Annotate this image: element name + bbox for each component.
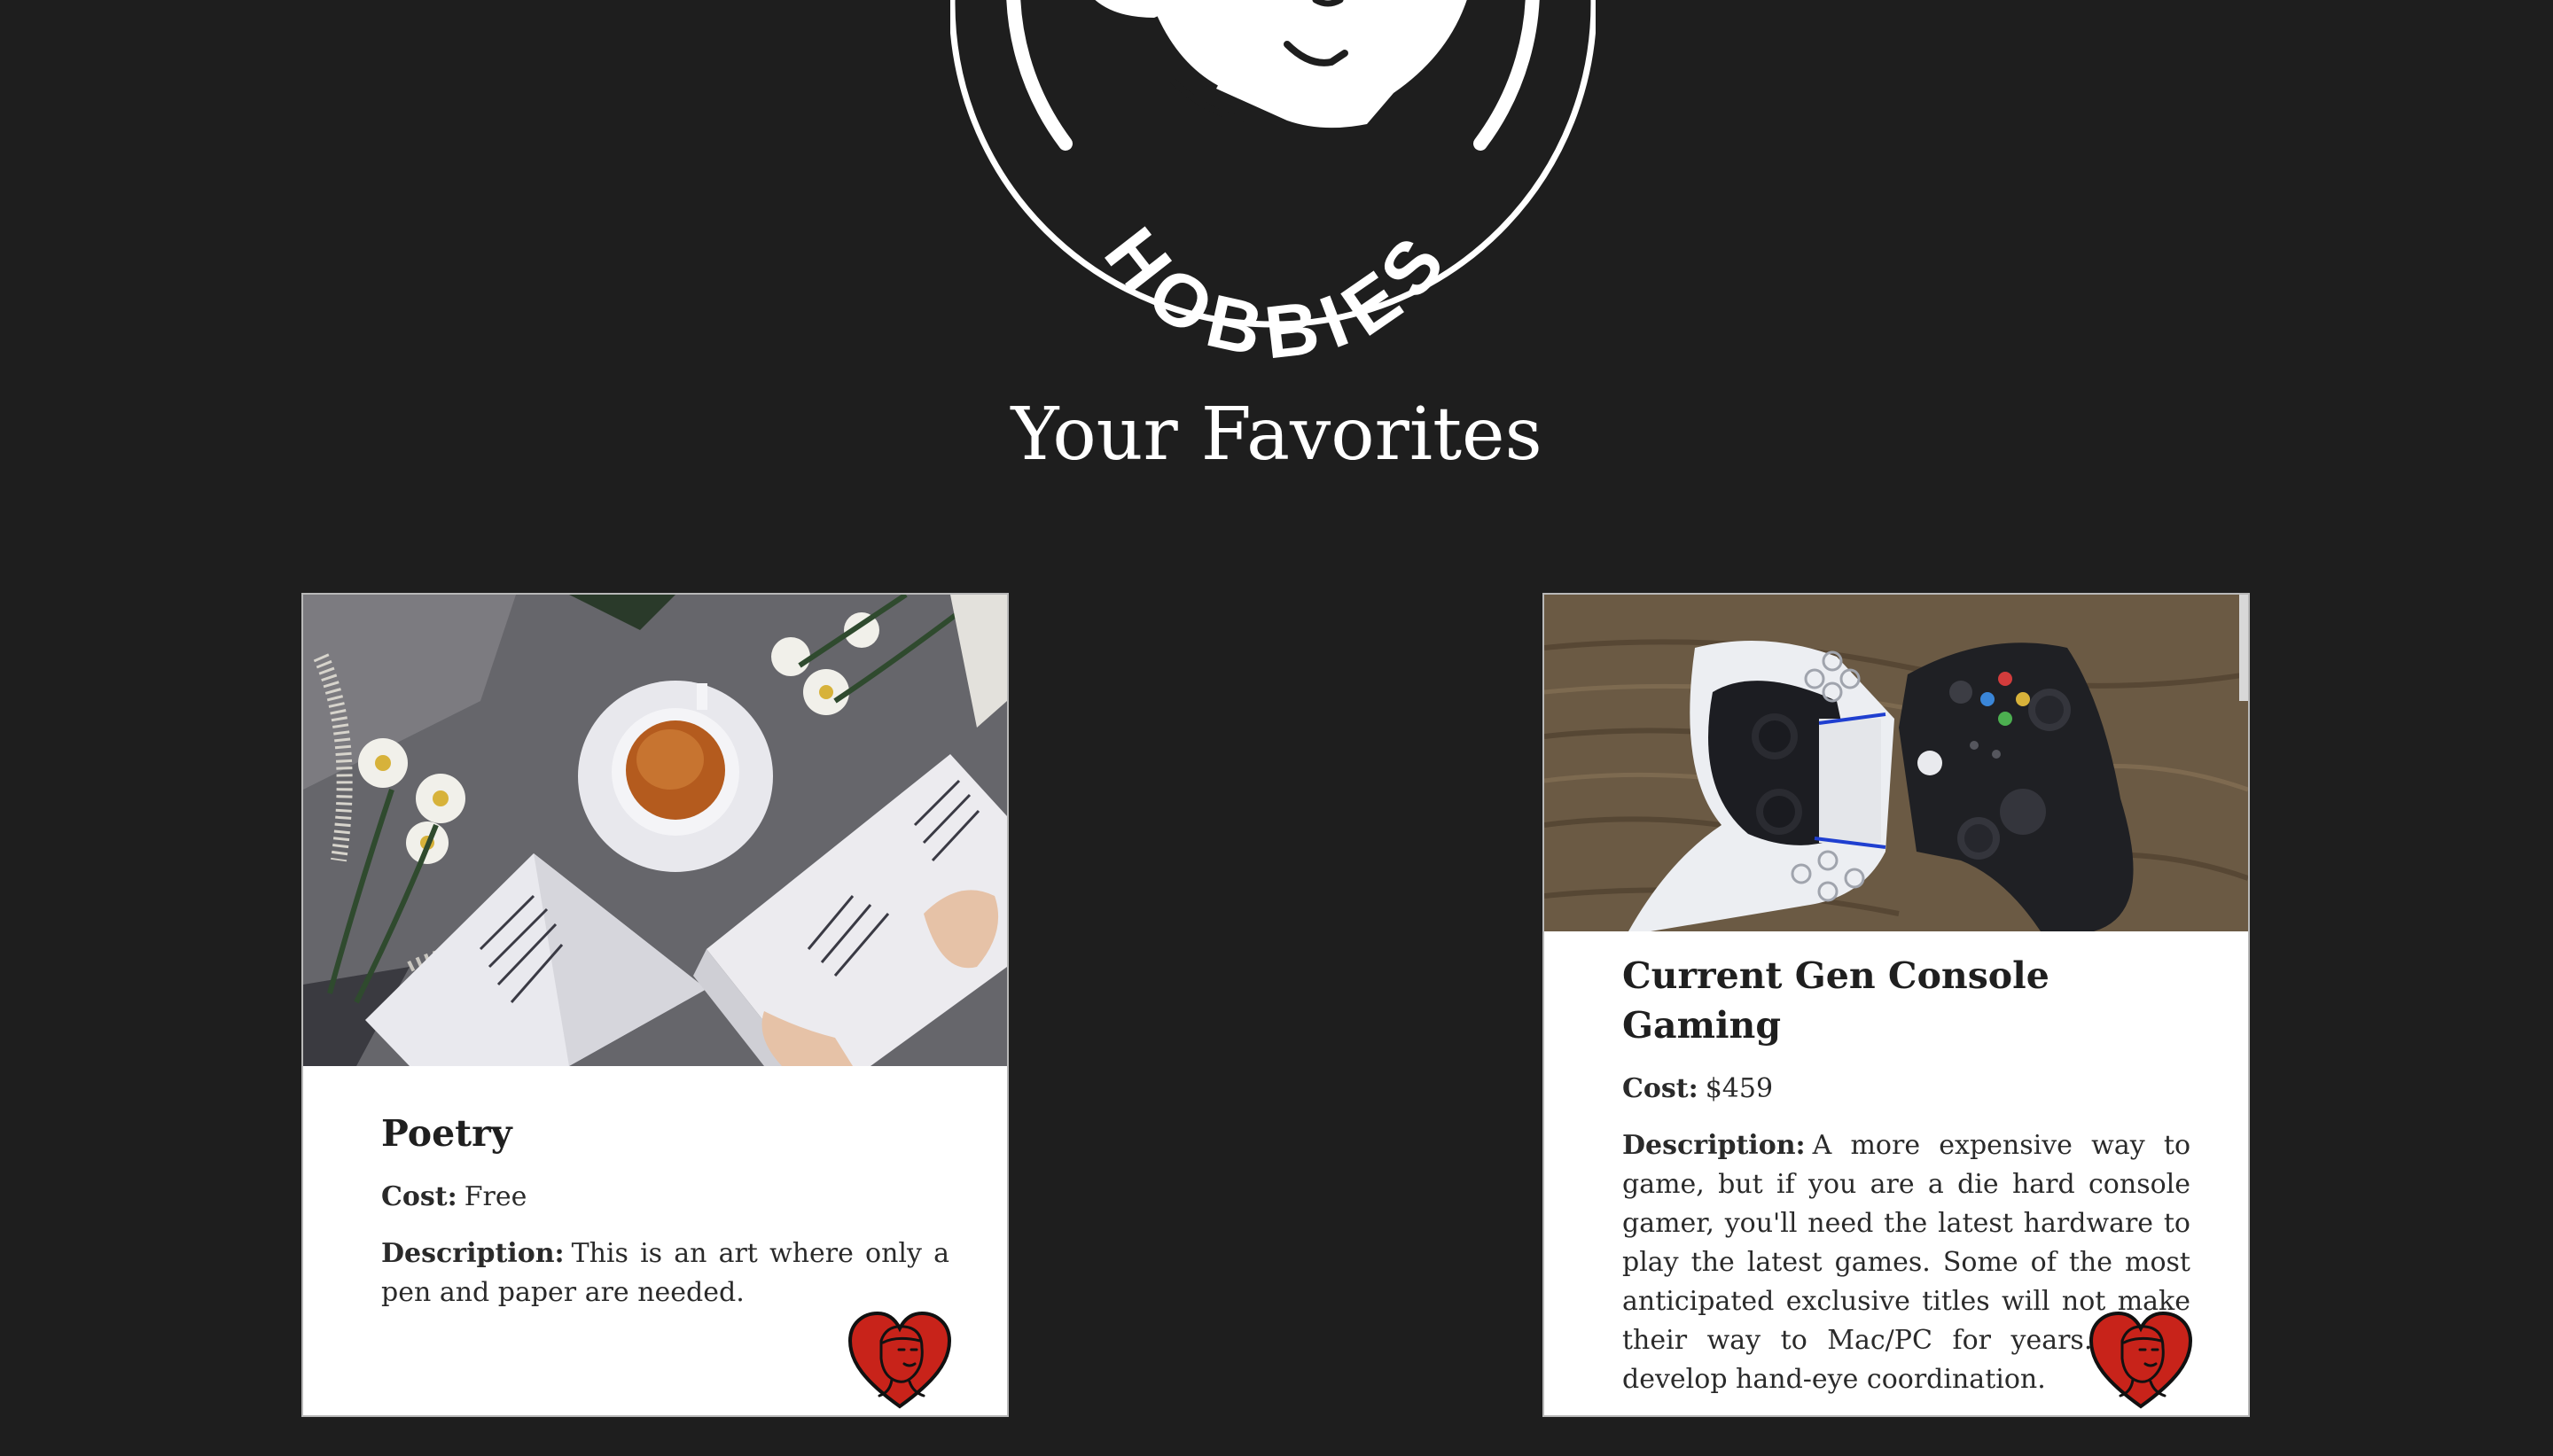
description-label: Description: (1622, 1130, 1806, 1161)
cost-line: Cost: $459 (1622, 1070, 2190, 1109)
hobby-card-poetry[interactable]: Poetry Cost: Free Description: This is an … (301, 593, 1009, 1417)
svg-text:HOBBIES: HOBBIES (1089, 213, 1467, 363)
logo-text: HOBBIES (1089, 213, 1455, 363)
favorite-heart-icon[interactable] (2088, 1311, 2193, 1410)
cost-label: Cost: (381, 1181, 457, 1212)
description-label: Description: (381, 1238, 565, 1269)
poetry-image (303, 595, 1007, 1066)
face-icon (1095, 0, 1467, 128)
console-controllers-image (1544, 595, 2248, 931)
hobbies-logo[interactable]: HOBBIES (950, 0, 1596, 363)
cost-value: Free (464, 1181, 527, 1212)
favorite-heart-icon[interactable] (847, 1311, 952, 1410)
card-title: Current Gen Console Gaming (1622, 954, 2049, 1047)
page-title: Your Favorites (1011, 393, 1542, 477)
cost-label: Cost: (1622, 1073, 1698, 1104)
cost-line: Cost: Free (381, 1178, 949, 1217)
card-title: Poetry (381, 1112, 512, 1155)
description-line: Description: This is an art where only a … (381, 1234, 949, 1312)
cost-value: $459 (1705, 1073, 1774, 1104)
hobby-card-console-gaming[interactable]: Current Gen Console Gaming Cost: $459 Des… (1542, 593, 2250, 1417)
